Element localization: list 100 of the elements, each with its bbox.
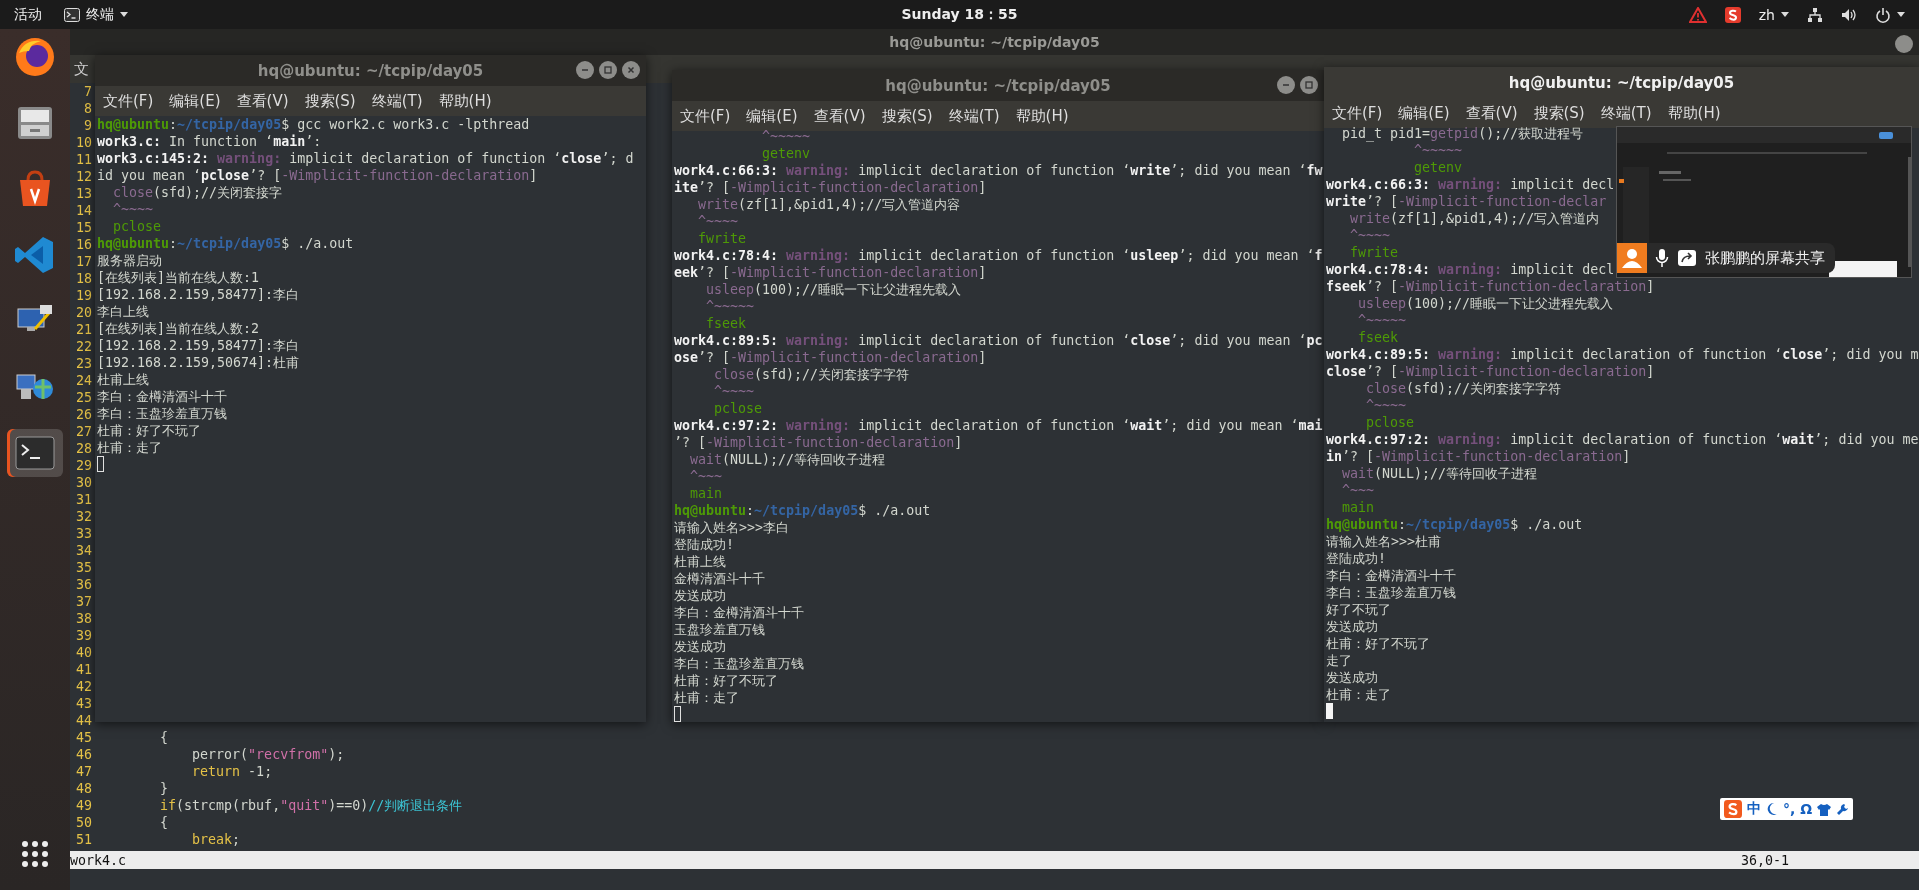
terminal-line: ite’? [-Wimplicit-function-declaration]: [674, 179, 987, 196]
clock[interactable]: Sunday 18：55: [901, 5, 1018, 24]
menu-item[interactable]: 文件(F): [1332, 103, 1383, 123]
terminal-line: 金樽清酒斗十千: [674, 570, 765, 587]
terminal-line: 李白上线: [97, 303, 149, 320]
input-method-logo-icon[interactable]: [1724, 800, 1742, 818]
terminal-line: 登陆成功!: [674, 536, 734, 553]
wrench-icon[interactable]: [1836, 802, 1850, 816]
code-line: perror("recvfrom");: [191, 746, 345, 763]
menu-item[interactable]: 查看(V): [813, 106, 866, 126]
power-menu[interactable]: [1875, 6, 1905, 23]
line-number: 23: [75, 355, 93, 372]
menu-item[interactable]: 查看(V): [1465, 103, 1518, 123]
terminal-line: [在线列表]当前在线人数:2: [97, 320, 260, 337]
terminal-line: work3.c:145:2: warning: implicit declaration of function ‘close’; d: [97, 150, 634, 167]
line-number: 32: [75, 508, 93, 525]
terminal-line: ose’? [-Wimplicit-function-declaration]: [674, 349, 987, 366]
menu-item[interactable]: 帮助(H): [1015, 106, 1069, 126]
menu-item[interactable]: 终端(T): [371, 91, 423, 111]
menu-item[interactable]: 终端(T): [948, 106, 1000, 126]
terminal-line: ^~~~~: [1349, 227, 1391, 244]
app-menu[interactable]: 终端: [56, 5, 136, 24]
ime-symbol[interactable]: °,: [1783, 801, 1796, 817]
terminal-line: getenv: [1413, 159, 1463, 176]
input-method-icon[interactable]: [1724, 6, 1741, 23]
terminal-line: hq@ubuntu:~/tcpip/day05$ ./a.out: [1326, 516, 1583, 533]
microphone-icon[interactable]: [1655, 248, 1669, 268]
menu-item[interactable]: 编辑(E): [1398, 103, 1450, 123]
menu-item[interactable]: 搜索(S): [304, 91, 356, 111]
terminal-line: fwrite: [1349, 244, 1399, 261]
line-number: 31: [75, 491, 93, 508]
line-number: 41: [75, 661, 93, 678]
terminal-line: hq@ubuntu:~/tcpip/day05$ gcc work2.c work3.c -lpthread: [97, 116, 530, 133]
terminal-line: 李白：金樽清酒斗十千: [1326, 567, 1456, 584]
terminal-line: write(zf[1],&pid1,4);//写入管道内: [1349, 210, 1600, 227]
menu-item[interactable]: 帮助(H): [1667, 103, 1721, 123]
line-number: 21: [75, 321, 93, 338]
minimize-button[interactable]: [576, 61, 594, 79]
menu-item[interactable]: 搜索(S): [881, 106, 933, 126]
menu-item[interactable]: 帮助(H): [438, 91, 492, 111]
line-number: 17: [75, 253, 93, 270]
warning-icon[interactable]: [1688, 6, 1707, 23]
close-button[interactable]: [1895, 35, 1913, 53]
maximize-button[interactable]: [1300, 76, 1318, 94]
terminal-line: work4.c:78:4: warning: implicit decl: [1326, 261, 1615, 278]
ime-symbol[interactable]: Ω: [1800, 801, 1813, 817]
menu-item[interactable]: 搜索(S): [1533, 103, 1585, 123]
terminal-line: ^~~~~: [697, 213, 739, 230]
line-number: 35: [75, 559, 93, 576]
terminal-line: 杜甫上线: [97, 371, 149, 388]
shirt-icon[interactable]: [1817, 802, 1832, 816]
terminal-line: fwrite: [697, 230, 747, 247]
terminal-line: pid_t pid1=getpid();//获取进程号: [1341, 125, 1584, 142]
terminal-line: [在线列表]当前在线人数:1: [97, 269, 260, 286]
terminal-line: write’? [-Wimplicit-function-declar: [1326, 193, 1607, 210]
file-name: work4.c: [70, 852, 127, 868]
code-line: return -1;: [191, 763, 273, 780]
input-mode[interactable]: 中: [1747, 800, 1761, 818]
line-number: 26: [75, 406, 93, 423]
menu-item[interactable]: 查看(V): [236, 91, 289, 111]
activities-button[interactable]: 活动: [0, 5, 56, 24]
network-icon[interactable]: [1807, 6, 1823, 23]
terminal-line: 杜甫：好了不玩了: [674, 672, 778, 689]
terminal-line: 杜甫：走了: [674, 689, 739, 706]
menu-item[interactable]: 文: [74, 59, 89, 79]
apps-grid-icon[interactable]: [21, 840, 49, 868]
line-number: 42: [75, 678, 93, 695]
menu-item[interactable]: 编辑(E): [746, 106, 798, 126]
language-menu[interactable]: zh: [1758, 6, 1789, 23]
caret-icon: [1781, 12, 1789, 17]
menu-item[interactable]: 文件(F): [103, 91, 154, 111]
terminal-line: hq@ubuntu:~/tcpip/day05$ ./a.out: [97, 235, 354, 252]
minimize-button[interactable]: [1277, 76, 1295, 94]
close-button[interactable]: [622, 61, 640, 79]
menu-item[interactable]: 终端(T): [1600, 103, 1652, 123]
line-number: 49: [75, 797, 93, 814]
menu-item[interactable]: 编辑(E): [169, 91, 221, 111]
terminal-line: wait(NULL);//等待回收子进程: [689, 451, 886, 468]
line-number: 34: [75, 542, 93, 559]
code-line: break;: [191, 831, 241, 848]
code-line: {: [159, 814, 169, 831]
terminal-line: 杜甫：走了: [1326, 686, 1391, 703]
terminal-line: ^~~~: [689, 468, 723, 485]
moon-icon[interactable]: [1766, 802, 1778, 816]
terminal-line: fseek: [705, 315, 747, 332]
terminal-line: ^~~~~: [112, 201, 154, 218]
terminal-line: usleep(100);//睡眠一下让父进程先载入: [705, 281, 962, 298]
terminal-line: hq@ubuntu:~/tcpip/day05$ ./a.out: [674, 502, 931, 519]
menu-item[interactable]: 文件(F): [680, 106, 731, 126]
close-icon: [626, 65, 636, 75]
terminal-line: close(sfd);//关闭套接字字符: [713, 366, 910, 383]
line-number: 25: [75, 389, 93, 406]
terminal-launcher[interactable]: [7, 429, 63, 477]
line-number: 9: [83, 117, 93, 134]
terminal-line: pclose: [713, 400, 763, 417]
maximize-button[interactable]: [599, 61, 617, 79]
person-icon: [1617, 243, 1647, 273]
terminal-line: 好了不玩了: [1326, 601, 1391, 618]
code-line: {: [159, 729, 169, 746]
screen-share-window[interactable]: 张鹏鹏的屏幕共享: [1616, 126, 1912, 278]
